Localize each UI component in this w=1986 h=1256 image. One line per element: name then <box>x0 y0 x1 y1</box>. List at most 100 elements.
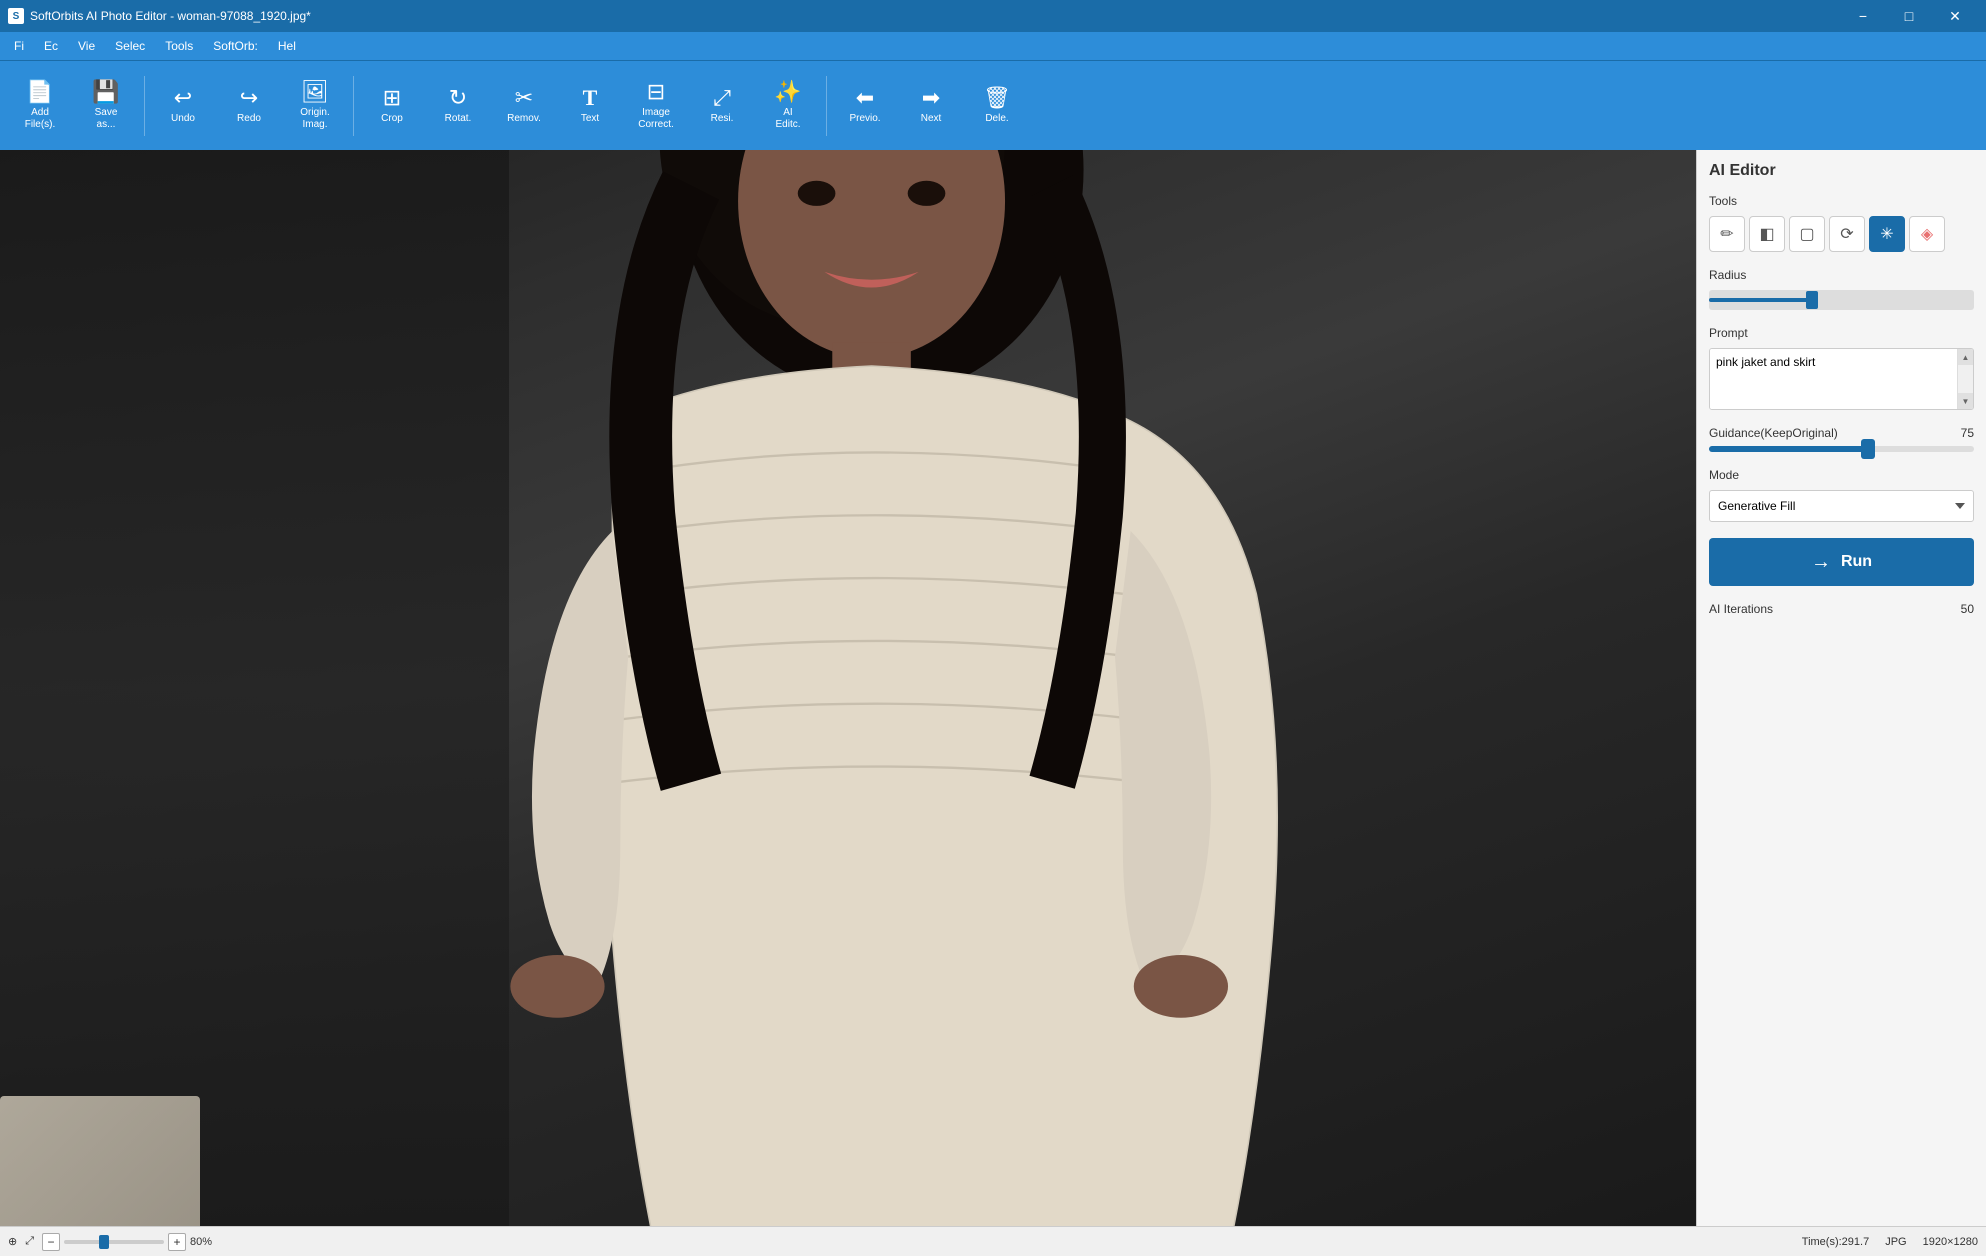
prompt-textarea[interactable]: pink jaket and skirt <box>1710 349 1957 409</box>
menu-select[interactable]: Selec <box>105 35 155 57</box>
crop-icon: ⊞ <box>383 87 401 109</box>
toolbar-sep-2 <box>353 76 354 136</box>
add-file-icon: 📄 <box>26 81 53 103</box>
previous-button[interactable]: ⬅ Previo. <box>833 68 897 144</box>
toolbar: 📄 AddFile(s). 💾 Saveas... ↩ Undo ↪ Redo … <box>0 60 1986 150</box>
prompt-scroll-up[interactable]: ▲ <box>1958 349 1973 365</box>
prompt-scroll-down[interactable]: ▼ <box>1958 393 1973 409</box>
status-right: Time(s):291.7 JPG 1920×1280 <box>1802 1236 1978 1248</box>
run-button-label: Run <box>1841 553 1872 571</box>
ai-edit-label: AIEditc. <box>775 107 800 131</box>
run-button[interactable]: → Run <box>1709 538 1974 586</box>
prompt-section: Prompt pink jaket and skirt ▲ ▼ <box>1709 326 1974 410</box>
rotate-icon: ↻ <box>449 87 467 109</box>
original-label: Origin.Imag. <box>300 107 329 131</box>
sidebar: AI Editor Tools ✏ ◧ ▢ ⟳ ✳ ◈ Radius Promp… <box>1696 150 1986 1226</box>
rect-select-tool[interactable]: ▢ <box>1789 216 1825 252</box>
save-as-button[interactable]: 💾 Saveas... <box>74 68 138 144</box>
delete-label: Dele. <box>985 113 1008 125</box>
toolbar-sep-1 <box>144 76 145 136</box>
status-bar: ⊕ ⤢ − + 80% Time(s):291.7 JPG 1920×1280 <box>0 1226 1986 1256</box>
tools-row: ✏ ◧ ▢ ⟳ ✳ ◈ <box>1709 216 1974 252</box>
dimensions-display: 1920×1280 <box>1923 1236 1978 1248</box>
palette-tool[interactable]: ◈ <box>1909 216 1945 252</box>
run-arrow-icon: → <box>1811 551 1831 574</box>
crop-button[interactable]: ⊞ Crop <box>360 68 424 144</box>
guidance-header: Guidance(KeepOriginal) 75 <box>1709 426 1974 440</box>
mode-label: Mode <box>1709 468 1974 482</box>
menu-tools[interactable]: Tools <box>155 35 203 57</box>
lasso-tool[interactable]: ⟳ <box>1829 216 1865 252</box>
ai-edit-icon: ✨ <box>774 81 801 103</box>
title-bar: S SoftOrbits AI Photo Editor - woman-970… <box>0 0 1986 32</box>
original-button[interactable]: 🖼 Origin.Imag. <box>283 68 347 144</box>
save-as-label: Saveas... <box>95 107 118 131</box>
previous-label: Previo. <box>849 113 880 125</box>
guidance-section: Guidance(KeepOriginal) 75 <box>1709 426 1974 452</box>
menu-softorb[interactable]: SoftOrb: <box>203 35 268 57</box>
ai-edit-button[interactable]: ✨ AIEditc. <box>756 68 820 144</box>
next-button[interactable]: ➡ Next <box>899 68 963 144</box>
photo-background <box>0 150 1696 1226</box>
remove-label: Remov. <box>507 113 541 125</box>
guidance-label: Guidance(KeepOriginal) <box>1709 426 1838 440</box>
save-as-icon: 💾 <box>92 81 119 103</box>
remove-button[interactable]: ✂ Remov. <box>492 68 556 144</box>
undo-button[interactable]: ↩ Undo <box>151 68 215 144</box>
redo-label: Redo <box>237 113 261 125</box>
zoom-out-button[interactable]: − <box>42 1233 60 1251</box>
canvas-area[interactable] <box>0 150 1696 1226</box>
prompt-input-wrapper: pink jaket and skirt ▲ ▼ <box>1709 348 1974 410</box>
menu-view[interactable]: Vie <box>68 35 105 57</box>
image-correct-label: ImageCorrect. <box>638 107 674 131</box>
guidance-slider-thumb[interactable] <box>1861 439 1875 459</box>
pencil-tool[interactable]: ✏ <box>1709 216 1745 252</box>
text-label: Text <box>581 113 599 125</box>
window-controls: − □ ✕ <box>1840 0 1978 32</box>
add-file-button[interactable]: 📄 AddFile(s). <box>8 68 72 144</box>
status-icon-2[interactable]: ⤢ <box>25 1235 34 1248</box>
zoom-slider[interactable] <box>64 1240 164 1244</box>
undo-label: Undo <box>171 113 195 125</box>
redo-button[interactable]: ↪ Redo <box>217 68 281 144</box>
zoom-value: 80% <box>190 1236 212 1248</box>
resize-button[interactable]: ⤢ Resi. <box>690 68 754 144</box>
menu-edit[interactable]: Ec <box>34 35 68 57</box>
resize-icon: ⤢ <box>713 87 731 109</box>
prompt-scrollbar: ▲ ▼ <box>1957 349 1973 409</box>
ai-iterations-value: 50 <box>1961 602 1974 616</box>
zoom-slider-thumb[interactable] <box>99 1235 109 1249</box>
next-icon: ➡ <box>922 87 940 109</box>
minimize-button[interactable]: − <box>1840 0 1886 32</box>
status-icon-1[interactable]: ⊕ <box>8 1235 17 1248</box>
image-correct-button[interactable]: ⊟ ImageCorrect. <box>624 68 688 144</box>
radius-slider[interactable] <box>1709 290 1974 310</box>
previous-icon: ⬅ <box>856 87 874 109</box>
guidance-slider[interactable] <box>1709 446 1974 452</box>
rotate-button[interactable]: ↻ Rotat. <box>426 68 490 144</box>
add-file-label: AddFile(s). <box>25 107 56 131</box>
menu-help[interactable]: Hel <box>268 35 306 57</box>
menu-file[interactable]: Fi <box>4 35 34 57</box>
close-button[interactable]: ✕ <box>1932 0 1978 32</box>
original-icon: 🖼 <box>301 81 329 103</box>
guidance-value: 75 <box>1961 426 1974 440</box>
prompt-label: Prompt <box>1709 326 1974 340</box>
maximize-button[interactable]: □ <box>1886 0 1932 32</box>
coordinates-display: Time(s):291.7 <box>1802 1236 1869 1248</box>
radius-label: Radius <box>1709 268 1974 282</box>
image-correct-icon: ⊟ <box>647 81 665 103</box>
delete-button[interactable]: 🗑 Dele. <box>965 68 1029 144</box>
window-title: SoftOrbits AI Photo Editor - woman-97088… <box>30 9 311 23</box>
radius-section: Radius <box>1709 268 1974 310</box>
text-button[interactable]: T Text <box>558 68 622 144</box>
zoom-in-button[interactable]: + <box>168 1233 186 1251</box>
toolbar-sep-3 <box>826 76 827 136</box>
eraser-tool[interactable]: ◧ <box>1749 216 1785 252</box>
delete-icon: 🗑 <box>983 87 1011 109</box>
rotate-label: Rotat. <box>445 113 472 125</box>
mode-select[interactable]: Generative Fill Inpainting Outpainting <box>1709 490 1974 522</box>
star-brush-tool[interactable]: ✳ <box>1869 216 1905 252</box>
crop-label: Crop <box>381 113 403 125</box>
menu-bar: Fi Ec Vie Selec Tools SoftOrb: Hel <box>0 32 1986 60</box>
